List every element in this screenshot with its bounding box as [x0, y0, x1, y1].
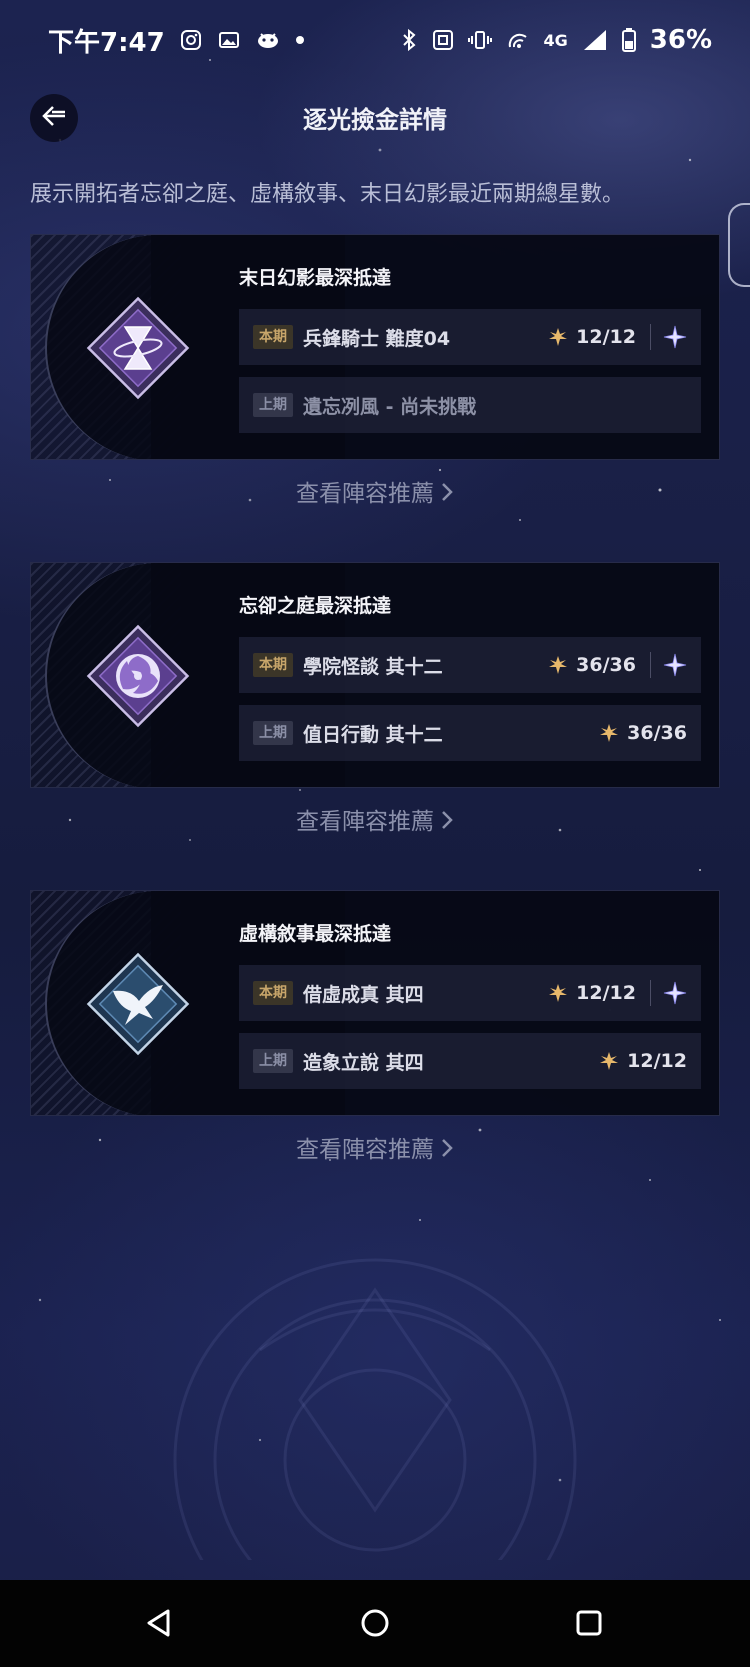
bluetooth-icon: [400, 28, 418, 52]
hotspot-icon: [506, 29, 530, 51]
star-icon: [600, 724, 619, 742]
stage-name: 造象立說 其四: [303, 1051, 424, 1074]
bird-emblem-icon: [86, 952, 190, 1056]
previous-period-badge: 上期: [253, 721, 293, 745]
star-score: 12/12: [627, 1050, 687, 1072]
previous-period-row: 上期 值日行動 其十二 36/36: [239, 705, 701, 761]
star-score: 36/36: [576, 654, 636, 676]
star-score: 12/12: [576, 982, 636, 1004]
sparkle-icon: [663, 981, 687, 1005]
circle-home-icon: [361, 1609, 389, 1637]
card-title: 末日幻影最深抵達: [239, 267, 392, 289]
page-description: 展示開拓者忘卻之庭、虛構敘事、末日幻影最近兩期總星數。: [30, 182, 625, 207]
stage-name: 兵鋒騎士 難度04: [303, 327, 451, 350]
sparkle-icon: [663, 653, 687, 677]
star-score: 12/12: [576, 326, 636, 348]
emblem-watermark-decoration: [173, 1258, 577, 1560]
chevron-right-icon: [440, 481, 454, 509]
previous-period-badge: 上期: [253, 393, 293, 417]
stage-name: 學院怪談 其十二: [303, 655, 443, 678]
star-icon: [549, 656, 568, 674]
previous-period-badge: 上期: [253, 1049, 293, 1073]
battery-icon: [621, 28, 636, 52]
side-drawer-handle[interactable]: [728, 203, 750, 287]
nav-recents-button[interactable]: [566, 1600, 612, 1646]
link-label: 查看陣容推薦: [296, 809, 434, 835]
view-lineup-recommendation-link[interactable]: 查看陣容推薦: [0, 1130, 750, 1165]
previous-period-row: 上期 造象立說 其四 12/12: [239, 1033, 701, 1089]
vibrate-icon: [467, 29, 492, 51]
gallery-icon: [217, 28, 241, 52]
current-period-badge: 本期: [253, 653, 293, 677]
nav-back-button[interactable]: [136, 1600, 182, 1646]
divider: [650, 652, 651, 678]
current-period-row: 本期 兵鋒騎士 難度04 12/12: [239, 309, 701, 365]
page-title: 逐光撿金詳情: [303, 106, 447, 134]
divider: [650, 324, 651, 350]
card-title: 忘卻之庭最深抵達: [239, 595, 392, 617]
chevron-right-icon: [440, 809, 454, 837]
app-notification-icon: [255, 28, 281, 52]
notification-dot-icon: [295, 35, 305, 45]
challenge-card-pure-fiction: 虛構敘事最深抵達 本期 借虛成真 其四 12/12 上期 造象立說 其四 12/…: [30, 890, 720, 1116]
card-title: 虛構敘事最深抵達: [239, 923, 392, 945]
status-time: 下午7:47: [48, 27, 165, 58]
page-header: 逐光撿金詳情: [0, 86, 750, 150]
view-lineup-recommendation-link[interactable]: 查看陣容推薦: [0, 802, 750, 837]
link-label: 查看陣容推薦: [296, 1137, 434, 1163]
swirl-emblem-icon: [86, 624, 190, 728]
link-label: 查看陣容推薦: [296, 481, 434, 507]
star-score: 36/36: [627, 722, 687, 744]
network-type-label: 4G: [543, 30, 568, 50]
current-period-badge: 本期: [253, 325, 293, 349]
system-navigation-bar: [0, 1580, 750, 1667]
star-icon: [549, 328, 568, 346]
stage-name: 值日行動 其十二: [303, 723, 443, 746]
battery-percentage: 36%: [649, 25, 712, 55]
challenge-card-apocalyptic-shadow: 末日幻影最深抵達 本期 兵鋒騎士 難度04 12/12 上期 遺忘冽風 - 尚未…: [30, 234, 720, 460]
instagram-icon: [179, 28, 203, 52]
current-period-row: 本期 學院怪談 其十二 36/36: [239, 637, 701, 693]
divider: [650, 980, 651, 1006]
status-bar: 下午7:47 4G 36%: [0, 0, 750, 80]
current-period-row: 本期 借虛成真 其四 12/12: [239, 965, 701, 1021]
status-bar-left: 下午7:47: [48, 22, 305, 59]
hourglass-emblem-icon: [86, 296, 190, 400]
nfc-icon: [432, 29, 454, 51]
challenge-card-forgotten-hall: 忘卻之庭最深抵達 本期 學院怪談 其十二 36/36 上期 值日行動 其十二 3…: [30, 562, 720, 788]
star-icon: [549, 984, 568, 1002]
stage-name: 借虛成真 其四: [303, 983, 424, 1006]
chevron-right-icon: [440, 1137, 454, 1165]
star-icon: [600, 1052, 619, 1070]
status-bar-right: 4G 36%: [400, 25, 712, 55]
square-recents-icon: [576, 1610, 602, 1636]
current-period-badge: 本期: [253, 981, 293, 1005]
view-lineup-recommendation-link[interactable]: 查看陣容推薦: [0, 474, 750, 509]
triangle-back-icon: [147, 1609, 170, 1637]
sparkle-icon: [663, 325, 687, 349]
stage-name: 遺忘冽風 - 尚未挑戰: [303, 395, 477, 418]
signal-icon: [582, 28, 608, 52]
previous-period-row: 上期 遺忘冽風 - 尚未挑戰: [239, 377, 701, 433]
nav-home-button[interactable]: [352, 1600, 398, 1646]
